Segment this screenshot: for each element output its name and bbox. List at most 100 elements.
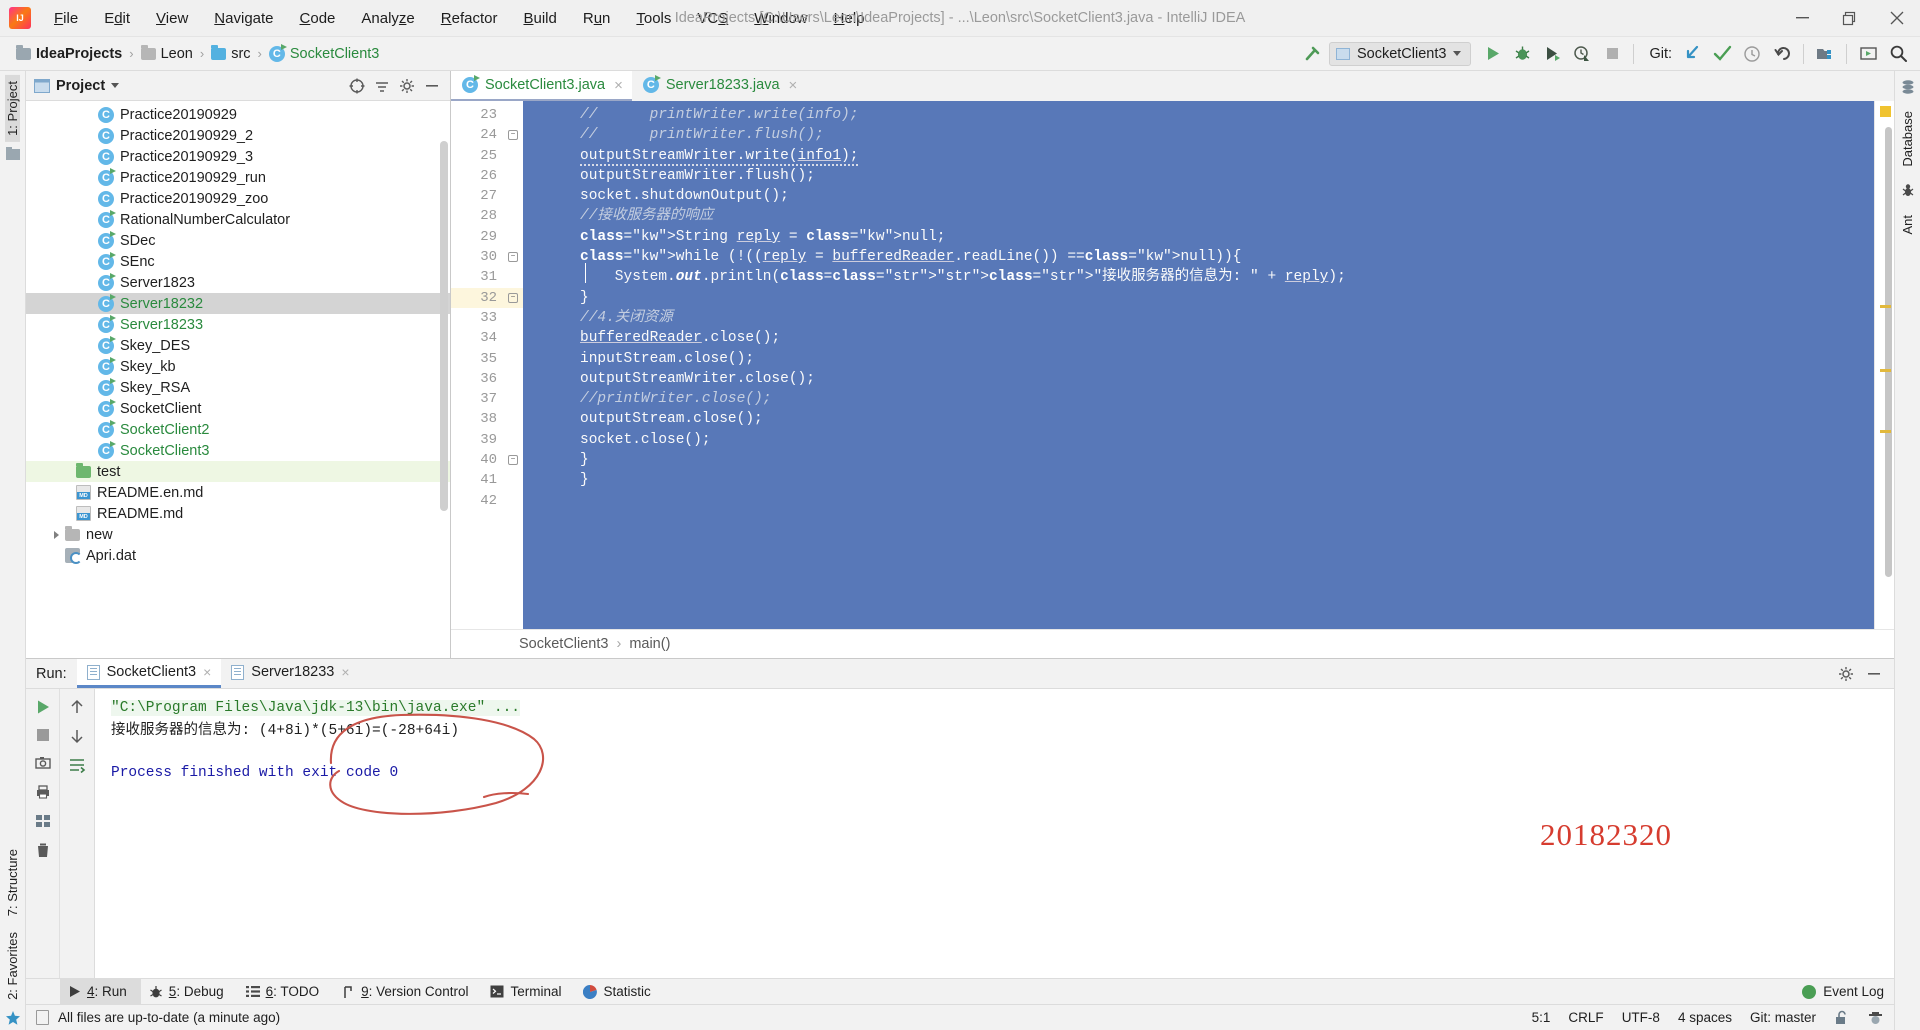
menu-tools[interactable]: Tools <box>623 6 684 31</box>
close-icon[interactable]: × <box>787 77 798 94</box>
code-fold-toggle-icon[interactable]: − <box>508 455 518 466</box>
scroll-up-icon[interactable] <box>69 699 85 715</box>
menu-window[interactable]: Window <box>741 6 820 31</box>
stop-icon[interactable] <box>36 728 50 742</box>
tree-node-practice20190929[interactable]: Practice20190929 <box>26 104 450 125</box>
code-line[interactable]: // printWriter.write(info); <box>523 105 1874 125</box>
menu-vcs[interactable]: VCS <box>684 6 741 31</box>
tree-node-practice20190929-run[interactable]: Practice20190929_run <box>26 167 450 188</box>
git-commit-button[interactable] <box>1708 41 1736 67</box>
hector-icon[interactable] <box>1867 1010 1884 1026</box>
tree-node-server18233[interactable]: Server18233 <box>26 314 450 335</box>
code-line[interactable]: outputStream.close(); <box>523 409 1874 429</box>
close-icon[interactable]: × <box>341 664 349 680</box>
tree-node-skey-des[interactable]: Skey_DES <box>26 335 450 356</box>
project-tree[interactable]: Practice20190929 Practice20190929_2 Practi… <box>26 101 450 658</box>
minimize-button[interactable] <box>1779 0 1826 36</box>
tree-node-skey-rsa[interactable]: Skey_RSA <box>26 377 450 398</box>
tree-node-new[interactable]: new <box>26 524 450 545</box>
tree-node-apri-dat[interactable]: Apri.dat <box>26 545 450 566</box>
menu-help[interactable]: Help <box>821 6 878 31</box>
code-line[interactable]: } <box>523 470 1874 490</box>
line-number[interactable]: 35 <box>451 349 523 369</box>
line-number[interactable]: 34 <box>451 328 523 348</box>
line-number[interactable]: 25 <box>451 146 523 166</box>
menu-build[interactable]: Build <box>510 6 569 31</box>
sidebar-item-favorites[interactable]: 2: Favorites <box>5 926 20 1006</box>
tool-window-todo[interactable]: 6: TODO <box>238 979 334 1004</box>
settings-gear-icon[interactable] <box>399 78 415 94</box>
select-in-button[interactable] <box>1854 41 1882 67</box>
close-icon[interactable]: × <box>612 77 623 94</box>
breadcrumb-item-src[interactable]: src <box>207 44 254 64</box>
sidebar-item-database[interactable]: Database <box>1900 105 1915 173</box>
tree-node-test[interactable]: test <box>26 461 450 482</box>
menu-code[interactable]: Code <box>287 6 349 31</box>
code-text-area[interactable]: // printWriter.write(info);// printWrite… <box>523 101 1874 629</box>
line-number[interactable]: 30− <box>451 247 523 267</box>
code-line[interactable] <box>523 491 1874 511</box>
tree-node-rationalnumbercalculator[interactable]: RationalNumberCalculator <box>26 209 450 230</box>
console-output[interactable]: "C:\Program Files\Java\jdk-13\bin\java.e… <box>95 689 1894 978</box>
code-line[interactable]: class="kw">String reply = class="kw">nul… <box>523 227 1874 247</box>
database-icon[interactable] <box>1900 79 1916 95</box>
git-branch-widget[interactable]: Git: master <box>1750 1010 1816 1025</box>
tool-window-version-control[interactable]: 9: Version Control <box>333 979 482 1004</box>
tool-window-statistic[interactable]: Statistic <box>575 979 664 1004</box>
close-icon[interactable]: × <box>203 664 211 680</box>
git-update-button[interactable] <box>1678 41 1706 67</box>
tree-node-sdec[interactable]: SDec <box>26 230 450 251</box>
breadcrumb-item-ideaprojects[interactable]: IdeaProjects <box>12 44 126 64</box>
run-configuration-selector[interactable]: SocketClient3 <box>1328 41 1472 66</box>
run-button[interactable] <box>1478 41 1506 67</box>
lock-open-icon[interactable] <box>1834 1010 1849 1026</box>
line-number[interactable]: 33 <box>451 308 523 328</box>
code-line[interactable]: } <box>523 450 1874 470</box>
chevron-down-icon[interactable] <box>111 83 120 88</box>
line-number-gutter[interactable]: 23 24−25 26 27 28 29 30−31 32−33 34 35 36 37 38 39 40−… <box>451 101 523 629</box>
line-number[interactable]: 42 <box>451 491 523 511</box>
stop-button[interactable] <box>1598 41 1626 67</box>
chevron-right-icon[interactable] <box>54 530 59 539</box>
code-line[interactable]: bufferedReader.close(); <box>523 328 1874 348</box>
hide-panel-icon[interactable] <box>1866 666 1882 682</box>
line-number[interactable]: 38 <box>451 409 523 429</box>
code-fold-toggle-icon[interactable]: − <box>508 252 518 263</box>
line-number[interactable]: 31 <box>451 267 523 287</box>
tool-window-terminal[interactable]: Terminal <box>482 979 575 1004</box>
settings-gear-icon[interactable] <box>1838 666 1854 682</box>
editor-scroll-thumb[interactable] <box>1885 127 1892 577</box>
build-button[interactable] <box>1299 41 1327 67</box>
tree-node-socketclient3[interactable]: SocketClient3 <box>26 440 450 461</box>
debug-button[interactable] <box>1508 41 1536 67</box>
git-history-button[interactable] <box>1738 41 1766 67</box>
line-number[interactable]: 27 <box>451 186 523 206</box>
run-tab-server18233[interactable]: Server18233 × <box>221 659 359 688</box>
menu-run[interactable]: Run <box>570 6 624 31</box>
grid-icon[interactable] <box>35 813 51 829</box>
menu-navigate[interactable]: Navigate <box>201 6 286 31</box>
code-line[interactable]: outputStreamWriter.flush(); <box>523 166 1874 186</box>
ant-icon[interactable] <box>1900 183 1916 199</box>
rerun-icon[interactable] <box>35 699 51 715</box>
code-line[interactable]: outputStreamWriter.close(); <box>523 369 1874 389</box>
search-everywhere-button[interactable] <box>1884 41 1912 67</box>
run-with-coverage-button[interactable] <box>1538 41 1566 67</box>
event-log-button[interactable]: Event Log <box>1802 984 1894 999</box>
tab-server18233[interactable]: Server18233.java × <box>632 71 806 101</box>
collapse-all-icon[interactable] <box>374 78 390 94</box>
tree-node-practice20190929-zoo[interactable]: Practice20190929_zoo <box>26 188 450 209</box>
code-line[interactable]: class="kw">while (!((reply = bufferedRea… <box>523 247 1874 267</box>
tree-node-socketclient[interactable]: SocketClient <box>26 398 450 419</box>
line-number[interactable]: 24− <box>451 125 523 145</box>
sidebar-item-ant[interactable]: Ant <box>1900 209 1915 241</box>
close-button[interactable] <box>1873 0 1920 36</box>
line-number[interactable]: 29 <box>451 227 523 247</box>
tree-node-practice20190929-2[interactable]: Practice20190929_2 <box>26 125 450 146</box>
breadcrumb-method[interactable]: main() <box>629 636 670 652</box>
tool-window-debug[interactable]: 5: Debug <box>141 979 238 1004</box>
inspection-status-indicator[interactable] <box>1880 106 1891 117</box>
menu-view[interactable]: View <box>143 6 201 31</box>
screenshot-icon[interactable] <box>34 755 51 771</box>
tab-socketclient3[interactable]: SocketClient3.java × <box>451 71 632 101</box>
